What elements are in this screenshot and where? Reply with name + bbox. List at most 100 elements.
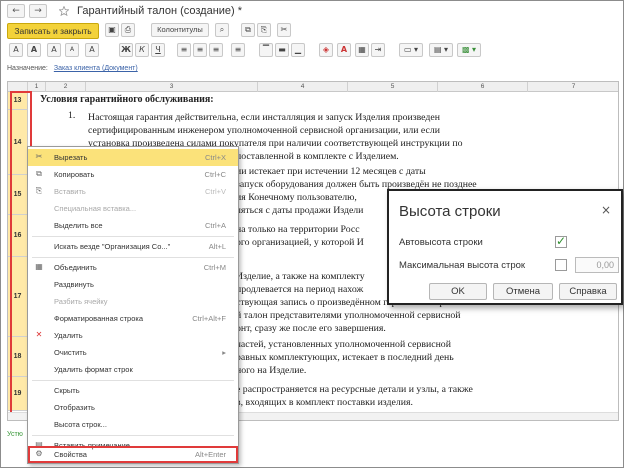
line-type-dropdown[interactable]: ▤ ▾	[429, 43, 453, 57]
menu-item-shortcut: Alt+Enter	[194, 450, 226, 459]
menu-item-show[interactable]: Отобразить	[28, 399, 238, 416]
valign-top-icon[interactable]: ▔	[259, 43, 273, 57]
valign-middle-icon[interactable]: ▬	[275, 43, 289, 57]
doc-heading: Условия гарантийного обслуживания:	[40, 94, 214, 105]
doc-line: частей, установленных уполномоченной сер…	[236, 339, 451, 350]
valign-bottom-icon[interactable]: ▁	[291, 43, 305, 57]
menu-item-clear[interactable]: Очистить ▸	[28, 344, 238, 361]
font-size-decrease-icon[interactable]: A	[65, 43, 79, 57]
doc-line: продлевается на период нахож	[236, 284, 364, 295]
doc-line: Настоящая гарантия действительна, если и…	[88, 112, 440, 123]
align-right-icon[interactable]: ≡	[209, 43, 223, 57]
copy-icon[interactable]: ⧉	[241, 23, 255, 37]
menu-item-label: Скрыть	[54, 386, 80, 395]
menu-separator	[32, 257, 234, 258]
menu-item-label: Объединить	[54, 263, 97, 272]
font-size-increase-icon[interactable]: A	[47, 43, 61, 57]
column-header-cell[interactable]: 4	[258, 82, 348, 92]
menu-item-shortcut: Alt+L	[208, 242, 226, 251]
doc-line: в, входящих в комплект поставки изделия.	[236, 397, 413, 408]
picture-dropdown[interactable]: ▩ ▾	[457, 43, 481, 57]
column-header-cell[interactable]: 3	[86, 82, 258, 92]
underline-icon[interactable]: Ч	[151, 43, 165, 57]
close-icon[interactable]: ×	[601, 203, 611, 217]
menu-item-expand[interactable]: Раздвинуть	[28, 276, 238, 293]
ok-button[interactable]: OK	[429, 283, 487, 300]
menu-item-label: Специальная вставка...	[54, 204, 137, 213]
background-icon[interactable]: ▦	[355, 43, 369, 57]
menu-item-shortcut: Ctrl+X	[204, 153, 226, 162]
align-left-icon[interactable]: ≡	[177, 43, 191, 57]
toolbar: Записать и закрыть ▣ ⎙ Колонтитулы ⌕ ⧉ ⎘…	[1, 21, 623, 61]
menu-item-split-cell[interactable]: Разбить ячейку	[28, 293, 238, 310]
menu-item-label: Копировать	[54, 170, 95, 179]
auto-height-label: Автовысота строки	[399, 237, 483, 248]
doc-line: поставленной в комплекте с Изделием.	[236, 151, 399, 162]
column-header-cell[interactable]: 2	[46, 82, 86, 92]
menu-item-shortcut: Ctrl+V	[204, 187, 226, 196]
menu-item-paste[interactable]: ⎘ Вставить Ctrl+V	[28, 183, 238, 200]
menu-item-row-height[interactable]: Высота строк...	[28, 416, 238, 433]
menu-item-formatted-string[interactable]: Форматированная строка Ctrl+Alt+F	[28, 310, 238, 327]
font-size-icon[interactable]: A	[85, 43, 99, 57]
menu-item-cut[interactable]: ✂ Вырезать Ctrl+X	[28, 149, 238, 166]
menu-separator	[32, 435, 234, 436]
window-title: Гарантийный талон (создание) *	[77, 5, 243, 17]
row-height-dialog: Высота строки × Автовысота строки ✓ Макс…	[387, 189, 623, 305]
menu-item-merge[interactable]: ▦ Объединить Ctrl+M	[28, 259, 238, 276]
merge-cells-icon: ▦	[35, 262, 43, 271]
menu-item-label: Раздвинуть	[54, 280, 94, 289]
back-button[interactable]: ←	[7, 4, 25, 18]
preview-icon[interactable]: ⌕	[215, 23, 229, 37]
title-bar: ← → Гарантийный талон (создание) *	[1, 1, 623, 21]
column-header-cell[interactable]: 7	[528, 82, 618, 92]
purpose-link[interactable]: Заказ клиента (Документ)	[54, 65, 138, 72]
star-icon[interactable]	[58, 5, 70, 17]
menu-item-label: Разбить ячейку	[54, 297, 108, 306]
max-height-checkbox[interactable]	[555, 259, 567, 271]
menu-item-label: Вырезать	[54, 153, 88, 162]
menu-item-paste-special[interactable]: Специальная вставка...	[28, 200, 238, 217]
colontitles-button[interactable]: Колонтитулы	[151, 23, 209, 37]
menu-item-label: Удалить формат строк	[54, 365, 133, 374]
save-icon[interactable]: ▣	[105, 23, 119, 37]
menu-item-copy[interactable]: ⧉ Копировать Ctrl+C	[28, 166, 238, 183]
menu-item-hide[interactable]: Скрыть	[28, 382, 238, 399]
footer-text: Устю	[7, 431, 23, 438]
fill-color-icon[interactable]: ◈	[319, 43, 333, 57]
max-height-input[interactable]: 0,00	[575, 257, 619, 273]
delete-icon: ✕	[35, 330, 43, 339]
doc-line: онт, сразу же после его завершения.	[236, 323, 386, 334]
font-icon[interactable]: A	[9, 43, 23, 57]
font-color-icon[interactable]: A	[27, 43, 41, 57]
column-header-cell[interactable]: 6	[438, 82, 528, 92]
menu-item-shortcut: Ctrl+C	[204, 170, 226, 179]
menu-item-search-everywhere[interactable]: Искать везде "Организация Со..." Alt+L	[28, 238, 238, 255]
menu-item-remove-row-format[interactable]: Удалить формат строк	[28, 361, 238, 378]
save-and-close-button[interactable]: Записать и закрыть	[7, 23, 99, 39]
doc-line: сертифицированным инженером уполномоченн…	[88, 125, 440, 136]
doc-line: й талон представителями уполномоченной с…	[236, 310, 461, 321]
text-color-icon[interactable]: A	[337, 43, 351, 57]
doc-item-number: 1.	[68, 110, 76, 121]
menu-item-delete[interactable]: ✕ Удалить	[28, 327, 238, 344]
paste-icon[interactable]: ⎘	[257, 23, 271, 37]
doc-line: Изделие, а также на комплекту	[236, 271, 365, 282]
menu-item-label: Удалить	[54, 331, 83, 340]
doc-line: ия Конечному пользователю,	[236, 192, 357, 203]
column-header-cell[interactable]: 5	[348, 82, 438, 92]
align-center-icon[interactable]: ≡	[193, 43, 207, 57]
menu-item-select-all[interactable]: Выделить все Ctrl+A	[28, 217, 238, 234]
borders-dropdown[interactable]: ▭ ▾	[399, 43, 423, 57]
help-button[interactable]: Справка	[559, 283, 617, 300]
auto-height-checkbox[interactable]: ✓	[555, 235, 567, 248]
italic-icon[interactable]: К	[135, 43, 149, 57]
forward-button[interactable]: →	[29, 4, 47, 18]
cancel-button[interactable]: Отмена	[493, 283, 553, 300]
bold-icon[interactable]: Ж	[119, 43, 133, 57]
indent-icon[interactable]: ⇥	[371, 43, 385, 57]
align-justify-icon[interactable]: ≡	[231, 43, 245, 57]
print-icon[interactable]: ⎙	[121, 23, 135, 37]
menu-item-properties[interactable]: ⚙ Свойства Alt+Enter	[28, 446, 238, 463]
cut-icon[interactable]: ✂	[277, 23, 291, 37]
